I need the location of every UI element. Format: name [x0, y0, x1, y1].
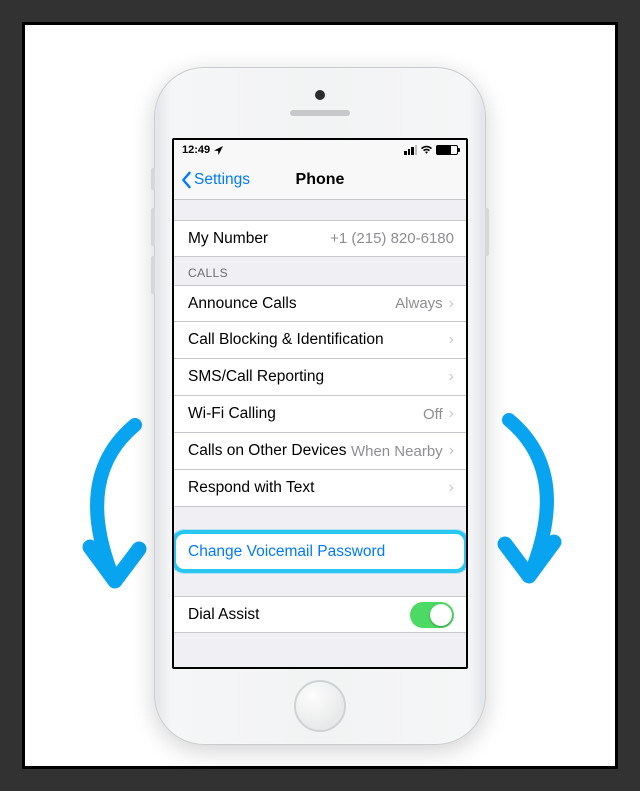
- announce-calls-label: Announce Calls: [188, 295, 297, 313]
- row-calls-other-devices[interactable]: Calls on Other Devices When Nearby ›: [174, 433, 466, 470]
- my-number-value: +1 (215) 820-6180: [330, 230, 454, 247]
- camera-dot: [315, 90, 325, 100]
- other-devices-value: When Nearby: [351, 443, 443, 460]
- nav-back-label: Settings: [194, 171, 250, 189]
- screen: 12:49 Settings Phone: [172, 138, 468, 669]
- volume-up-button: [151, 208, 155, 246]
- row-dial-assist[interactable]: Dial Assist: [174, 596, 466, 633]
- location-arrow-icon: [214, 146, 223, 155]
- row-change-voicemail-password[interactable]: Change Voicemail Password: [174, 533, 466, 570]
- chevron-right-icon: ›: [449, 368, 454, 386]
- chevron-right-icon: ›: [449, 331, 454, 349]
- other-devices-label: Calls on Other Devices: [188, 442, 347, 460]
- section-header-calls: CALLS: [174, 257, 466, 285]
- nav-bar: Settings Phone: [174, 160, 466, 200]
- respond-text-label: Respond with Text: [188, 479, 314, 497]
- chevron-right-icon: ›: [449, 479, 454, 497]
- sms-reporting-label: SMS/Call Reporting: [188, 368, 324, 386]
- nav-back-button[interactable]: Settings: [174, 171, 250, 189]
- announce-calls-value: Always: [395, 295, 443, 312]
- wifi-calling-value: Off: [423, 406, 443, 423]
- status-bar: 12:49: [174, 140, 466, 160]
- power-button: [485, 208, 489, 256]
- chevron-right-icon: ›: [449, 295, 454, 313]
- call-blocking-label: Call Blocking & Identification: [188, 331, 384, 349]
- row-call-blocking[interactable]: Call Blocking & Identification ›: [174, 322, 466, 359]
- mute-switch: [151, 168, 155, 190]
- dial-assist-label: Dial Assist: [188, 606, 260, 624]
- volume-down-button: [151, 256, 155, 294]
- battery-icon: [436, 145, 458, 155]
- settings-list: My Number +1 (215) 820-6180 CALLS Announ…: [174, 200, 466, 633]
- dial-assist-toggle[interactable]: [410, 602, 454, 628]
- signal-icon: [404, 145, 417, 155]
- row-announce-calls[interactable]: Announce Calls Always ›: [174, 285, 466, 322]
- image-frame: 12:49 Settings Phone: [22, 22, 618, 769]
- chevron-right-icon: ›: [449, 405, 454, 423]
- status-time-text: 12:49: [182, 144, 210, 156]
- wifi-icon: [420, 145, 433, 155]
- row-respond-with-text[interactable]: Respond with Text ›: [174, 470, 466, 507]
- row-sms-call-reporting[interactable]: SMS/Call Reporting ›: [174, 359, 466, 396]
- voicemail-password-label: Change Voicemail Password: [188, 543, 385, 561]
- chevron-right-icon: ›: [449, 442, 454, 460]
- chevron-left-icon: [180, 171, 192, 189]
- row-my-number[interactable]: My Number +1 (215) 820-6180: [174, 220, 466, 257]
- home-button[interactable]: [294, 680, 346, 732]
- iphone-device-frame: 12:49 Settings Phone: [154, 67, 486, 745]
- my-number-label: My Number: [188, 230, 268, 248]
- status-time: 12:49: [182, 144, 223, 156]
- wifi-calling-label: Wi-Fi Calling: [188, 405, 276, 423]
- row-wifi-calling[interactable]: Wi-Fi Calling Off ›: [174, 396, 466, 433]
